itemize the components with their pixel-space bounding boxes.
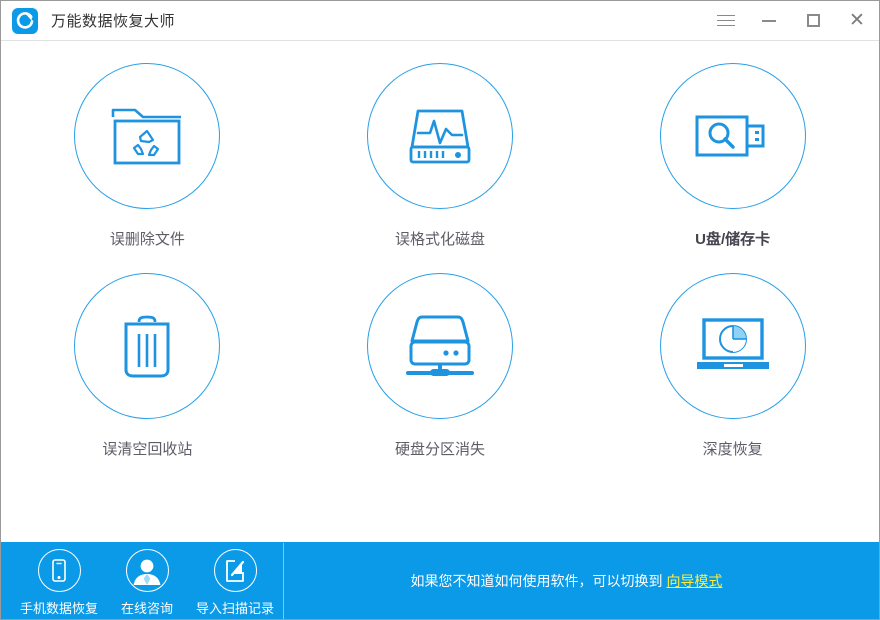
tile-icon-circle — [74, 273, 221, 419]
app-window: 万能数据恢复大师 ✕ 误删除文件 误格式化磁盘 U盘/储存卡 误清空回收站 硬盘… — [0, 0, 880, 620]
tile-label: 误清空回收站 — [102, 441, 193, 458]
quick-action-import-scan[interactable]: 导入扫描记录 — [191, 542, 279, 617]
close-icon[interactable]: ✕ — [835, 1, 879, 40]
quick-action-label: 导入扫描记录 — [195, 601, 274, 616]
tile-label: 硬盘分区消失 — [394, 441, 485, 458]
quick-action-icon-circle — [213, 549, 257, 592]
hamburger-menu-icon[interactable] — [705, 1, 747, 40]
tile-label: 误删除文件 — [109, 231, 185, 248]
folder-recycle-icon — [112, 108, 182, 165]
page-title: 万能数据恢复大师 — [51, 13, 176, 30]
quick-action-phone-recovery[interactable]: 手机数据恢复 — [15, 542, 103, 617]
minimize-icon[interactable] — [747, 1, 791, 40]
maximize-glyph — [806, 14, 820, 27]
recovery-mode-grid: 误删除文件 误格式化磁盘 U盘/储存卡 误清空回收站 硬盘分区消失 深度恢复 — [1, 63, 879, 483]
disk-waveform-icon — [409, 109, 471, 164]
hamburger-glyph — [717, 14, 735, 27]
usb-drive-search-icon — [695, 115, 765, 157]
tile-label: U盘/储存卡 — [695, 231, 771, 248]
trash-can-icon — [124, 315, 170, 378]
quick-action-label: 在线咨询 — [120, 601, 173, 616]
tile-deleted-files[interactable]: 误删除文件 — [1, 63, 294, 273]
tile-icon-circle — [74, 63, 221, 209]
wizard-hint: 如果您不知道如何使用软件，可以切换到 向导模式 — [284, 571, 879, 591]
quick-action-icon-circle — [37, 549, 81, 592]
tile-icon-circle — [366, 273, 513, 419]
minimize-glyph — [762, 19, 776, 22]
user-avatar-icon — [133, 559, 161, 585]
quick-action-label: 手机数据恢复 — [19, 601, 98, 616]
titlebar: 万能数据恢复大师 ✕ — [1, 1, 879, 41]
wizard-mode-link[interactable]: 向导模式 — [666, 573, 722, 589]
tile-emptied-recycle-bin[interactable]: 误清空回收站 — [1, 273, 294, 483]
bottom-toolbar: 手机数据恢复 在线咨询 导入扫描记录 如果您不知道如何使用软件，可以切换到 向导… — [1, 542, 879, 619]
wizard-hint-text: 如果您不知道如何使用软件，可以切换到 — [410, 572, 667, 589]
tile-formatted-disk[interactable]: 误格式化磁盘 — [294, 63, 587, 273]
laptop-scan-pie-icon — [696, 318, 769, 369]
tile-deep-recovery[interactable]: 深度恢复 — [586, 273, 879, 483]
mobile-phone-icon — [52, 558, 66, 582]
quick-action-online-consult[interactable]: 在线咨询 — [103, 542, 191, 617]
tile-label: 误格式化磁盘 — [394, 231, 485, 248]
quick-actions: 手机数据恢复 在线咨询 导入扫描记录 — [1, 542, 279, 619]
window-controls: ✕ — [705, 1, 879, 40]
tile-usb-memory-card[interactable]: U盘/储存卡 — [586, 63, 879, 273]
tile-lost-partition[interactable]: 硬盘分区消失 — [294, 273, 587, 483]
tile-icon-circle — [659, 63, 806, 209]
tile-icon-circle — [366, 63, 513, 209]
refresh-circle-logo-icon — [12, 7, 38, 34]
import-arrow-box-icon — [226, 559, 245, 582]
close-glyph: ✕ — [849, 9, 865, 31]
tile-label: 深度恢复 — [702, 441, 763, 458]
maximize-icon[interactable] — [791, 1, 835, 40]
external-hard-drive-icon — [405, 315, 474, 376]
quick-action-icon-circle — [125, 549, 169, 592]
tile-icon-circle — [659, 273, 806, 419]
main-content: 误删除文件 误格式化磁盘 U盘/储存卡 误清空回收站 硬盘分区消失 深度恢复 — [1, 41, 879, 542]
